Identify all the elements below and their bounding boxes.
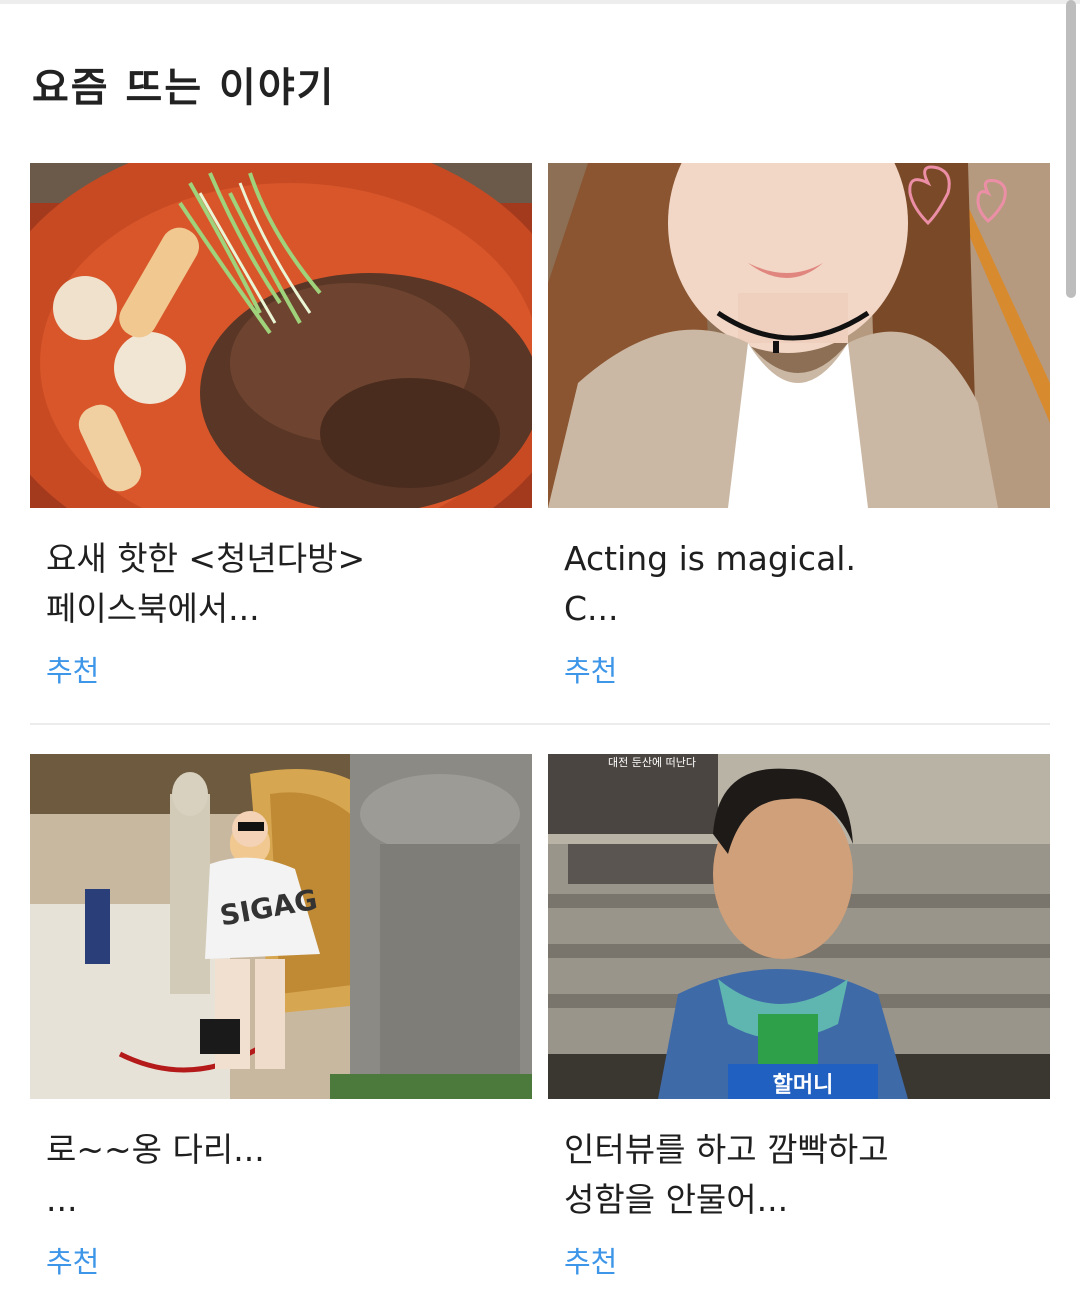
story-title[interactable]: 로~~옹 다리... ... — [46, 1125, 516, 1225]
story-card-4[interactable]: 할머니 대전 둔산에 떠난다 인터뷰를 하고 깜빡하고 성함을 안물어... 추… — [548, 754, 1050, 1281]
elderly-woman-interview-image: 할머니 대전 둔산에 떠난다 — [548, 754, 1050, 1099]
story-title[interactable]: 인터뷰를 하고 깜빡하고 성함을 안물어... — [564, 1125, 1034, 1225]
story-card-1[interactable]: 요새 핫한 <청년다방> 페이스북에서... 추천 — [30, 163, 532, 690]
woman-selfie-image — [548, 163, 1050, 508]
story-title[interactable]: Acting is magical. C... — [564, 534, 1034, 634]
recommend-tag: 추천 — [46, 654, 100, 688]
story-thumbnail-food[interactable] — [30, 163, 532, 508]
recommend-tag: 추천 — [564, 1245, 618, 1279]
recommend-tag: 추천 — [46, 1245, 100, 1279]
woman-posing-statue-image: SIGAG — [30, 754, 532, 1099]
story-thumbnail-selfie[interactable] — [548, 163, 1050, 508]
story-card-2[interactable]: Acting is magical. C... 추천 — [548, 163, 1050, 690]
recommend-tag: 추천 — [564, 654, 618, 688]
scrollbar-thumb[interactable] — [1066, 0, 1076, 298]
story-title[interactable]: 요새 핫한 <청년다방> 페이스북에서... — [46, 534, 516, 634]
section-title: 요즘 뜨는 이야기 — [32, 65, 336, 111]
story-thumbnail-interview[interactable]: 할머니 대전 둔산에 떠난다 — [548, 754, 1050, 1099]
story-thumbnail-pose[interactable]: SIGAG — [30, 754, 532, 1099]
spicy-tteokbokki-image — [30, 163, 532, 508]
top-divider — [0, 0, 1080, 4]
story-card-3[interactable]: SIGAG 로~~옹 다리... ... 추천 — [30, 754, 532, 1281]
image-banner-text: 대전 둔산에 떠난다 — [608, 756, 696, 769]
image-caption-text: 할머니 — [773, 1073, 834, 1098]
row-divider — [30, 723, 1050, 725]
